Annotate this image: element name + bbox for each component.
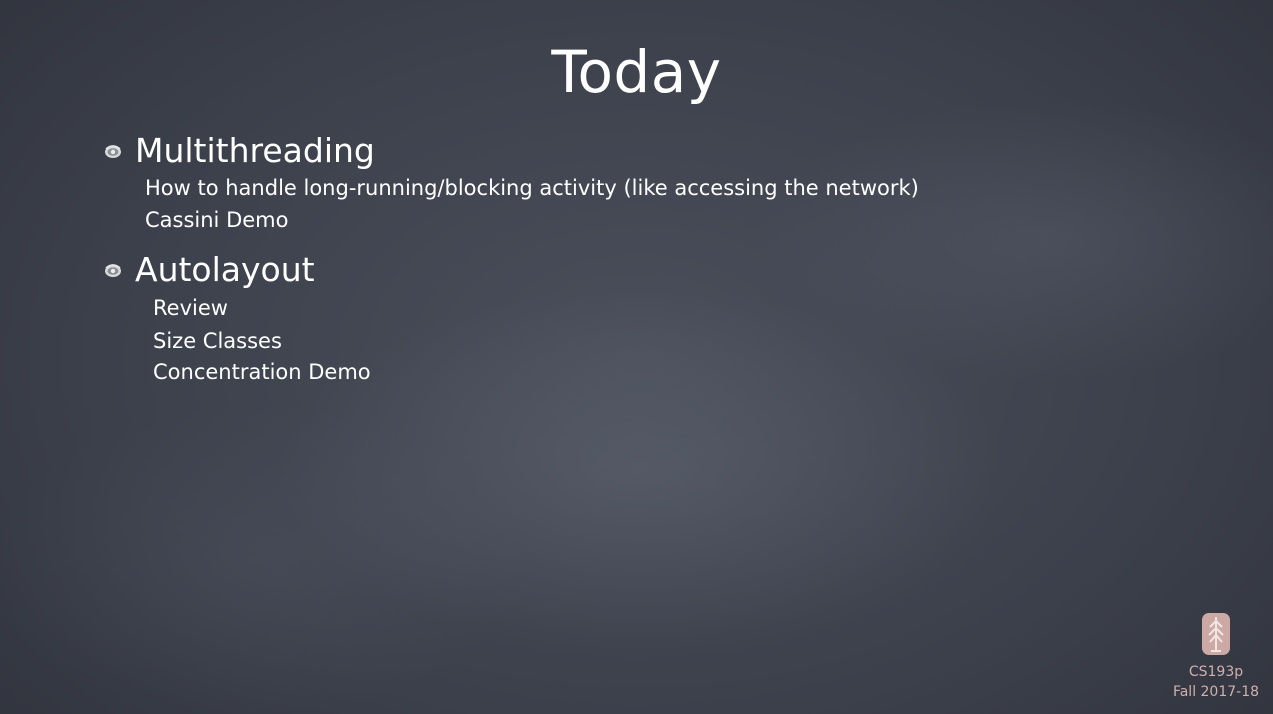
bullet-label: Autolayout: [135, 250, 315, 289]
bullet-label: Multithreading: [135, 131, 375, 170]
stanford-tree-logo: [1202, 613, 1230, 655]
subitem: Cassini Demo: [145, 208, 289, 232]
bullet-eye-icon: [103, 141, 123, 161]
bullet-eye-icon: [103, 260, 123, 280]
course-term: Fall 2017-18: [1172, 684, 1260, 700]
course-code: CS193p: [1188, 664, 1244, 680]
course-footer: CS193p Fall 2017-18: [1170, 612, 1262, 702]
bullet-multithreading: Multithreading: [103, 131, 375, 171]
slide: Today Multithreading How to handle long-…: [0, 0, 1273, 714]
bullet-autolayout: Autolayout: [103, 250, 315, 290]
subitem: How to handle long-running/blocking acti…: [145, 176, 919, 200]
subitem: Review: [153, 296, 228, 320]
subitem: Size Classes: [153, 329, 282, 353]
subitem: Concentration Demo: [153, 360, 371, 384]
slide-title: Today: [551, 38, 722, 106]
